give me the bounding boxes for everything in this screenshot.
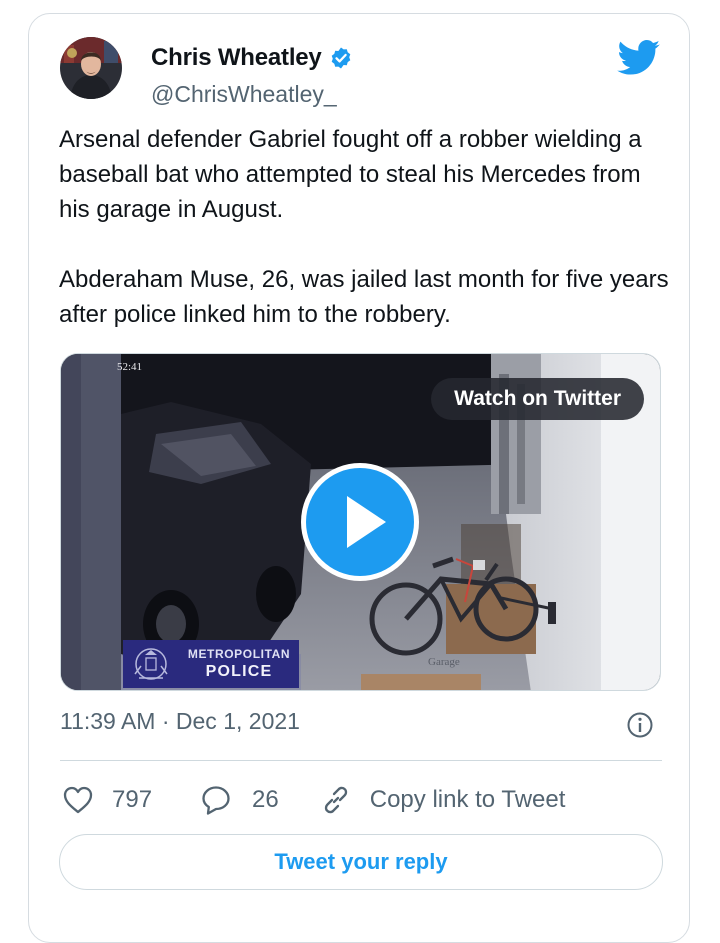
watch-on-twitter-button[interactable]: Watch on Twitter — [431, 378, 644, 420]
link-icon — [324, 786, 347, 814]
info-icon[interactable] — [626, 711, 654, 739]
police-badge-line1: METROPOLITAN — [187, 647, 291, 661]
police-badge-line2: POLICE — [205, 663, 273, 680]
like-count: 797 — [112, 786, 153, 813]
twitter-bird-icon[interactable] — [617, 40, 661, 76]
reply-button[interactable]: 26 — [200, 784, 279, 816]
author-name[interactable]: Chris Wheatley — [151, 44, 322, 72]
copy-link-label: Copy link to Tweet — [369, 786, 566, 813]
author-avatar[interactable] — [60, 37, 122, 99]
avatar-photo — [60, 37, 122, 99]
tweet-your-reply-button[interactable]: Tweet your reply — [59, 834, 663, 890]
police-badge: METROPOLITAN POLICE — [123, 640, 299, 688]
comment-bubble-icon — [202, 786, 230, 815]
tweet-timestamp[interactable]: 11:39 AM · Dec 1, 2021 — [60, 708, 300, 735]
author-name-row[interactable]: Chris Wheatley — [151, 44, 353, 72]
camera-timestamp: 52:41 — [117, 361, 143, 373]
tweet-paragraph: Abderaham Muse, 26, was jailed last mont… — [59, 266, 669, 328]
tweet-card: Chris Wheatley @ChrisWheatley_ Arsenal d… — [28, 13, 690, 943]
tweet-paragraph: Arsenal defender Gabriel fought off a ro… — [59, 126, 642, 223]
heart-icon — [63, 786, 93, 814]
video-player[interactable]: 52:41 Garage Watch on Twitter METROPOLIT… — [60, 353, 661, 691]
play-icon[interactable] — [298, 460, 422, 584]
verified-badge-icon — [331, 47, 350, 69]
reply-count: 26 — [252, 786, 279, 813]
police-crest-icon — [134, 648, 168, 680]
divider — [60, 760, 662, 761]
camera-label: Garage — [428, 656, 460, 668]
copy-link-button[interactable]: Copy link to Tweet — [319, 783, 566, 817]
tweet-text: Arsenal defender Gabriel fought off a ro… — [59, 122, 669, 332]
author-handle[interactable]: @ChrisWheatley_ — [151, 81, 337, 108]
like-button[interactable]: 797 — [62, 785, 152, 815]
tweet-actions: 797 26 Copy link to Tweet — [62, 782, 565, 818]
